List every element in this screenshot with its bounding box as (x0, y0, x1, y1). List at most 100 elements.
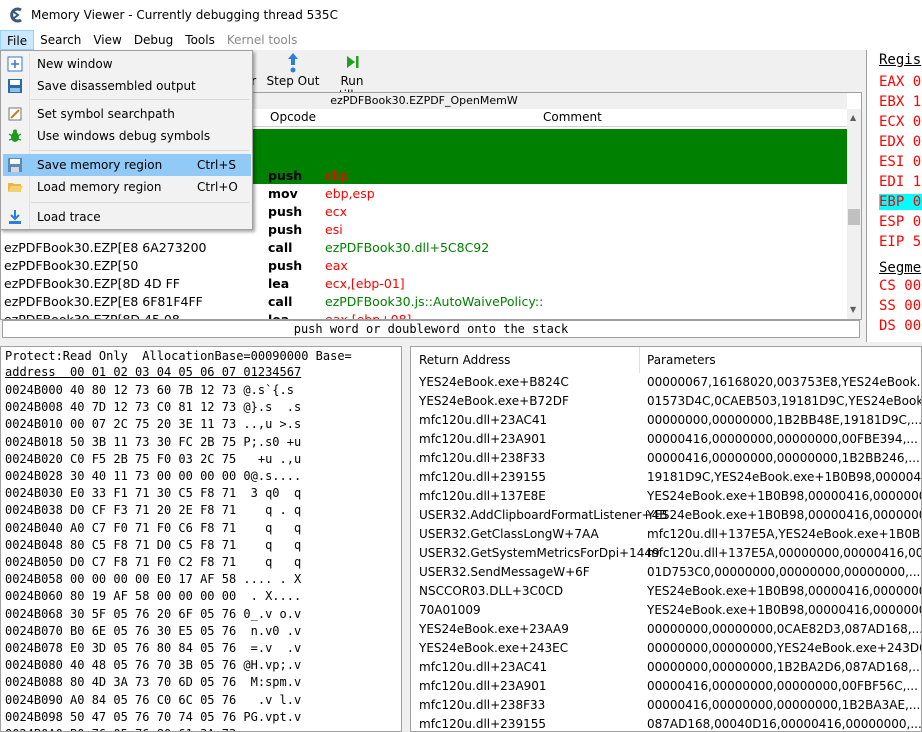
stack-row[interactable]: YES24eBook.exe+23AA9 00000000,00000000,0C… (411, 622, 921, 641)
menu-item-new-window[interactable]: New window (3, 53, 251, 75)
stack-trace-panel[interactable]: Return Address Parameters YES24eBook.exe… (410, 346, 922, 732)
parameters: 00000416,00000000,00000000,1B2BB246,... (647, 451, 920, 465)
hex-row[interactable]: 0024B068 30 5F 05 76 20 6F 05 76 0_.v o.… (5, 605, 301, 623)
menu-view[interactable]: View (87, 30, 127, 50)
stack-row[interactable]: YES24eBook.exe+243EC 00000000,00000000,YE… (411, 641, 921, 660)
parameters: 00000416,00000000,00000000,1B2BA3AE,... (647, 698, 921, 712)
parameters: 00000416,00000000,00000000,00FBE394,... (647, 432, 918, 446)
hex-row[interactable]: 0024B090 A0 84 05 76 C0 6C 05 76 .v l.v (5, 691, 301, 709)
menu-item-save-memory-region[interactable]: Save memory region Ctrl+S (3, 154, 251, 176)
stack-row[interactable]: mfc120u.dll+137E8E YES24eBook.exe+1B0B98,… (411, 489, 921, 508)
menu-file[interactable]: File (0, 30, 35, 50)
parameters: 00000000,00000000,1B2BB48E,19181D9C,... (647, 413, 922, 427)
stack-row[interactable]: USER32.GetSystemMetricsForDpi+1449 mfc120… (411, 546, 921, 565)
hex-row[interactable]: 0024B058 00 00 00 00 E0 17 AF 58 .... . … (5, 570, 301, 588)
panel-splitter[interactable] (402, 346, 410, 732)
menu-item-load-trace[interactable]: Load trace (3, 206, 251, 228)
parameters: 087AD168,00040D16,00000416,00000000,... (647, 717, 922, 731)
disassembler-scrollbar[interactable]: ▲ ▼ (847, 109, 861, 319)
hex-row[interactable]: 0024B028 30 40 11 73 00 00 00 00 0@.s...… (5, 467, 301, 485)
hex-row[interactable]: 0024B098 50 47 05 76 70 74 05 76 PG.vpt.… (5, 708, 301, 726)
menu-item-set-symbol-searchpath[interactable]: Set symbol searchpath (3, 103, 251, 125)
segment-register-value[interactable]: DS 00 (879, 318, 921, 334)
stack-row[interactable]: USER32.SendMessageW+6F 01D753C0,00000000,… (411, 565, 921, 584)
hex-row[interactable]: 0024B040 A0 C7 F0 71 F0 C6 F8 71 q q (5, 519, 301, 537)
disasm-row[interactable]: ezPDFBook30.EZP[8D 4D FF lea ecx,[ebp-01] (1, 276, 847, 294)
hex-row[interactable]: 0024B050 D0 C7 F8 71 F0 C2 F8 71 q q (5, 553, 301, 571)
disasm-row[interactable]: ezPDFBook30.EZP[8D 45 08 lea eax,[ebp+08] (1, 312, 847, 320)
return-address: USER32.GetSystemMetricsForDpi+1449 (419, 546, 660, 560)
register-value[interactable]: EBP 0 (879, 194, 922, 210)
register-value[interactable]: EDI 1 (879, 174, 921, 190)
register-value[interactable]: EIP 5 (879, 234, 921, 250)
menu-debug[interactable]: Debug (128, 30, 179, 50)
hex-row[interactable]: 0024B030 E0 33 F1 71 30 C5 F8 71 3 q0 q (5, 484, 301, 502)
save-icon (7, 157, 23, 173)
stack-row[interactable]: mfc120u.dll+238F33 00000416,00000000,0000… (411, 451, 921, 470)
comment-column-header[interactable]: Comment (543, 110, 602, 124)
register-value[interactable]: ESI 0 (879, 154, 921, 170)
hex-row[interactable]: 0024B0A0 B0 76 05 76 80 61 3A 73 v.v a:s (5, 725, 301, 731)
stack-row[interactable]: mfc120u.dll+239155 087AD168,00040D16,0000… (411, 717, 922, 731)
return-address-header[interactable]: Return Address (411, 347, 640, 373)
stack-row[interactable]: mfc120u.dll+23AC41 00000000,00000000,1B2B… (411, 660, 921, 679)
stack-row[interactable]: YES24eBook.exe+B824C 00000067,16168020,00… (411, 375, 921, 394)
register-value[interactable]: EAX 0 (879, 74, 921, 90)
disasm-row[interactable]: ezPDFBook30.EZP[50 push eax (1, 258, 847, 276)
menu-item-shortcut: Ctrl+O (197, 180, 238, 194)
hex-row[interactable]: 0024B060 80 19 AF 58 00 00 00 00 . X.... (5, 587, 301, 605)
hex-row[interactable]: 0024B020 C0 F5 2B 75 F0 03 2C 75 +u .,u (5, 450, 301, 468)
hex-row[interactable]: 0024B038 D0 CF F3 71 20 2E F8 71 q . q (5, 501, 301, 519)
menu-item-use-windows-debug-symbols[interactable]: Use windows debug symbols (3, 125, 251, 147)
scroll-up-icon[interactable]: ▲ (850, 113, 856, 122)
stack-row[interactable]: USER32.GetClassLongW+7AA mfc120u.dll+137E… (411, 527, 921, 546)
disasm-opcode: push (268, 258, 303, 273)
register-value[interactable]: ESP 0 (879, 214, 921, 230)
hex-row[interactable]: 0024B078 E0 3D 05 76 80 84 05 76 =.v .v (5, 639, 301, 657)
disasm-operand: ebp (325, 168, 349, 183)
menu-tools[interactable]: Tools (179, 30, 221, 50)
menu-item-save-disassembled-output[interactable]: Save disassembled output (3, 75, 251, 97)
segment-register-value[interactable]: CS 00 (879, 278, 921, 294)
return-address: mfc120u.dll+23AC41 (419, 413, 548, 427)
disasm-row[interactable]: ezPDFBook30.EZP[E8 6F81F4FF call ezPDFBook… (1, 294, 847, 312)
scrollbar-thumb[interactable] (848, 209, 860, 225)
return-address: YES24eBook.exe+23AA9 (419, 622, 569, 636)
stack-row[interactable]: NSCCOR03.DLL+3C0CD YES24eBook.exe+1B0B98,… (411, 584, 921, 603)
hex-row[interactable]: 0024B008 40 7D 12 73 C0 81 12 73 @}.s .s (5, 398, 301, 416)
run-till-button[interactable]: Run till... (326, 52, 378, 102)
hex-row[interactable]: 0024B000 40 80 12 73 60 7B 12 73 @.s`{.s (5, 381, 294, 399)
stack-row[interactable]: YES24eBook.exe+B72DF 01573D4C,0CAEB503,19… (411, 394, 921, 413)
parameters-header[interactable]: Parameters (640, 347, 921, 373)
register-value[interactable]: EBX 1 (879, 94, 921, 110)
hex-row[interactable]: 0024B010 00 07 2C 75 20 3E 11 73 ..,u >.… (5, 415, 301, 433)
step-out-button[interactable]: Step Out (266, 52, 320, 92)
hex-row[interactable]: 0024B018 50 3B 11 73 30 FC 2B 75 P;.s0 +… (5, 433, 301, 451)
hex-row[interactable]: 0024B070 B0 6E 05 76 30 E5 05 76 n.v0 .v (5, 622, 301, 640)
menu-item-load-memory-region[interactable]: Load memory region Ctrl+O (3, 176, 251, 198)
stack-row[interactable]: mfc120u.dll+238F33 00000416,00000000,0000… (411, 698, 921, 717)
register-value[interactable]: EDX 0 (879, 134, 921, 150)
opcode-column-header[interactable]: Opcode (270, 110, 316, 124)
hex-row[interactable]: 0024B088 80 4D 3A 73 70 6D 05 76 M:spm.v (5, 673, 301, 691)
stack-row[interactable]: mfc120u.dll+23A901 00000416,00000000,0000… (411, 432, 921, 451)
menu-item-label: Set symbol searchpath (37, 107, 175, 121)
menu-search[interactable]: Search (34, 30, 87, 50)
hex-row[interactable]: 0024B048 80 C5 F8 71 D0 C5 F8 71 q q (5, 536, 301, 554)
stack-row[interactable]: 70A01009 YES24eBook.exe+1B0B98,00000416,0… (411, 603, 921, 622)
disasm-row[interactable]: ezPDFBook30.EZP[E8 6A273200 call ezPDFBook… (1, 240, 847, 258)
parameters: 01D753C0,00000000,00000000,00000000,... (647, 565, 921, 579)
stack-row[interactable]: mfc120u.dll+239155 19181D9C,YES24eBook.ex… (411, 470, 922, 489)
stack-row[interactable]: USER32.AddClipboardFormatListener+4B YES2… (411, 508, 921, 527)
hex-row[interactable]: 0024B080 40 48 05 76 70 3B 05 76 @H.vp;.… (5, 656, 301, 674)
disasm-address: ezPDFBook30.EZP[8D 45 08 (4, 312, 180, 320)
segment-register-value[interactable]: SS 00 (879, 298, 921, 314)
scroll-down-icon[interactable]: ▼ (850, 305, 856, 314)
register-value[interactable]: ECX 0 (879, 114, 921, 130)
stack-row[interactable]: mfc120u.dll+23AC41 00000000,00000000,1B2B… (411, 413, 922, 432)
parameters: 00000416,00000000,00000000,00FBF56C,... (647, 679, 918, 693)
stack-row[interactable]: mfc120u.dll+23A901 00000416,00000000,0000… (411, 679, 921, 698)
menu-kernel-tools[interactable]: Kernel tools (221, 30, 304, 50)
parameters: 19181D9C,YES24eBook.exe+1B0B98,00000416,… (647, 470, 922, 484)
hex-view-panel[interactable]: Protect:Read Only AllocationBase=0009000… (0, 346, 402, 732)
